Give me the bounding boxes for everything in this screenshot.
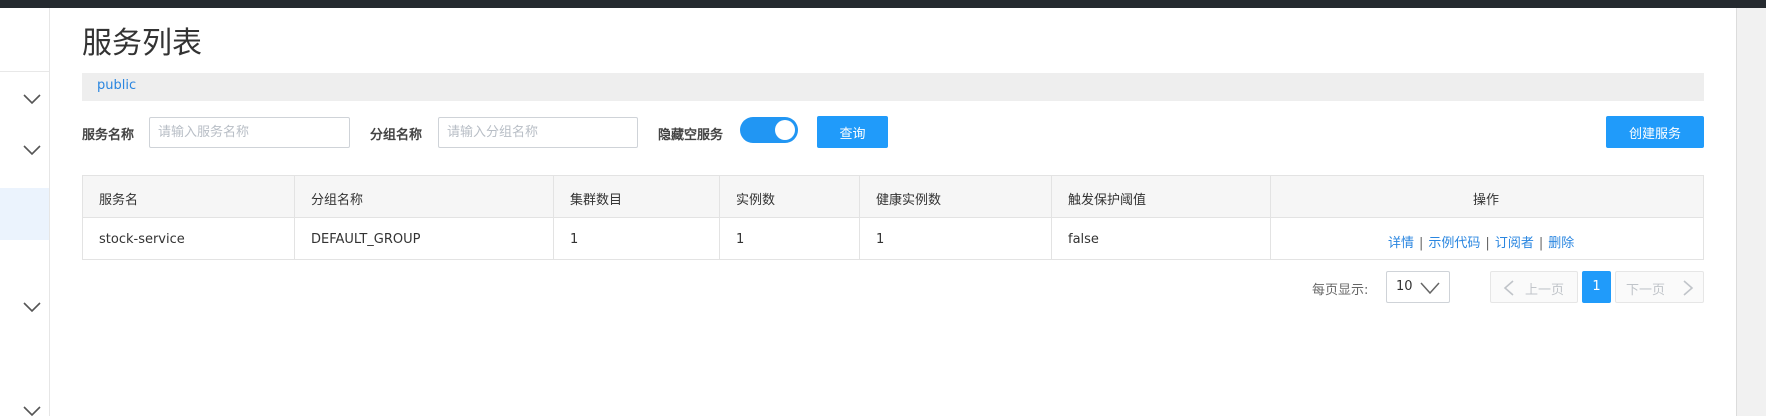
query-button[interactable]: 查询 (817, 116, 888, 148)
ops-separator: | (1485, 236, 1490, 251)
protect-threshold-cell: false (1068, 232, 1099, 247)
prev-page-button[interactable]: 上一页 (1490, 271, 1578, 303)
group-name-input[interactable] (438, 117, 638, 148)
hide-empty-service-toggle[interactable] (740, 117, 798, 143)
chevron-down-icon (1420, 282, 1440, 295)
ops-separator: | (1419, 236, 1424, 251)
detail-link[interactable]: 详情 (1388, 236, 1414, 251)
next-page-button[interactable]: 下一页 (1615, 271, 1704, 303)
ops-separator: | (1538, 236, 1544, 251)
page-number-current[interactable]: 1 (1582, 271, 1611, 303)
top-bar (0, 0, 1766, 8)
sidebar-item-active[interactable] (0, 188, 49, 240)
column-header: 触发保护阈值 (1068, 193, 1147, 208)
page-size-select[interactable]: 10 (1386, 271, 1450, 303)
subscribers-link[interactable]: 订阅者 (1495, 236, 1534, 251)
instance-count-cell: 1 (736, 232, 745, 247)
chevron-down-icon[interactable] (22, 92, 42, 106)
namespace-link-public[interactable]: public (97, 78, 136, 93)
chevron-down-icon[interactable] (22, 300, 42, 314)
service-name-input[interactable] (149, 117, 350, 148)
sidebar-divider (0, 71, 49, 72)
toggle-knob (775, 120, 795, 140)
namespace-bar: public (82, 73, 1704, 101)
next-page-label: 下一页 (1626, 283, 1666, 298)
column-header: 服务名 (99, 193, 139, 208)
chevron-left-icon (1503, 280, 1514, 296)
prev-page-label: 上一页 (1525, 283, 1565, 298)
scrollbar-track[interactable] (1736, 8, 1766, 416)
hide-empty-service-label: 隐藏空服务 (658, 128, 724, 143)
column-header: 分组名称 (311, 193, 364, 208)
chevron-down-icon[interactable] (22, 143, 42, 157)
page-size-value: 10 (1396, 279, 1413, 294)
column-header: 健康实例数 (876, 193, 942, 208)
delete-link[interactable]: 删除 (1548, 236, 1574, 251)
service-table: 服务名 分组名称 集群数目 实例数 健康实例数 触发保护阈值 操作 stock-… (82, 175, 1704, 260)
group-name-cell: DEFAULT_GROUP (311, 232, 421, 247)
cluster-count-cell: 1 (570, 232, 579, 247)
create-service-button[interactable]: 创建服务 (1606, 116, 1704, 148)
chevron-right-icon (1683, 280, 1694, 296)
column-header: 操作 (1473, 193, 1500, 208)
sidebar (0, 8, 50, 417)
group-name-label: 分组名称 (370, 128, 423, 143)
operations-cell: 详情 | 示例代码 | 订阅者 | 删除 (1388, 232, 1574, 251)
service-name-label: 服务名称 (82, 128, 135, 143)
sample-code-link[interactable]: 示例代码 (1428, 236, 1480, 251)
healthy-instance-count-cell: 1 (876, 232, 885, 247)
page-size-label: 每页显示: (1312, 283, 1369, 298)
column-header: 实例数 (736, 193, 776, 208)
column-header: 集群数目 (570, 193, 623, 208)
service-name-cell: stock-service (99, 232, 185, 247)
page-title: 服务列表 (82, 26, 202, 61)
